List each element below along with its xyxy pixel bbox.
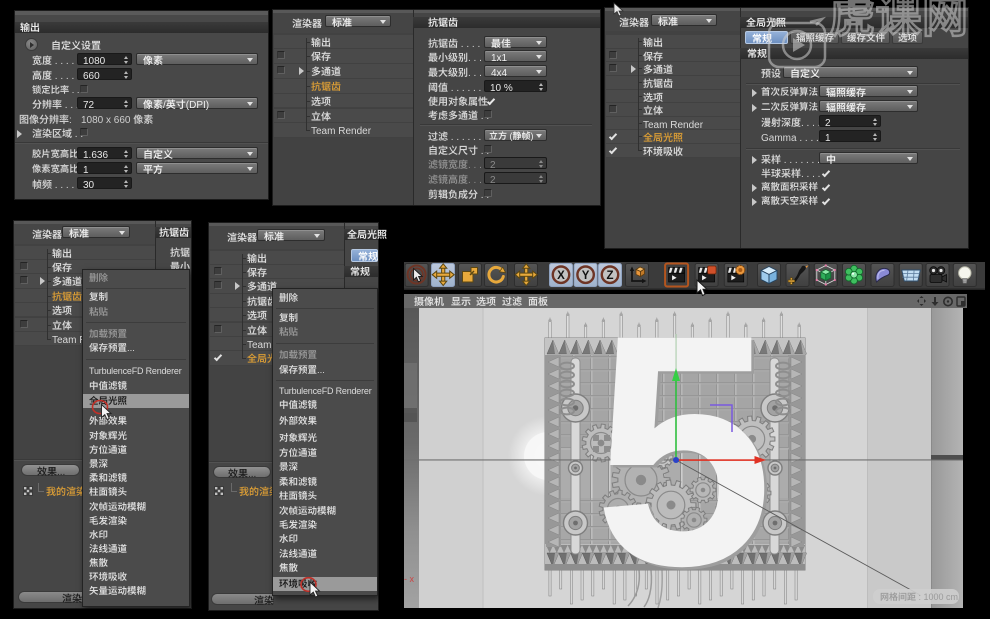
svg-text:网格间距 : 1000 cm: 网格间距 : 1000 cm [880, 590, 958, 603]
svg-text:Y: Y [582, 270, 590, 282]
svg-text:- x: - x [404, 572, 414, 585]
svg-text:X: X [557, 270, 565, 282]
svg-text:5: 5 [594, 308, 774, 608]
svg-text:Z: Z [606, 270, 613, 282]
